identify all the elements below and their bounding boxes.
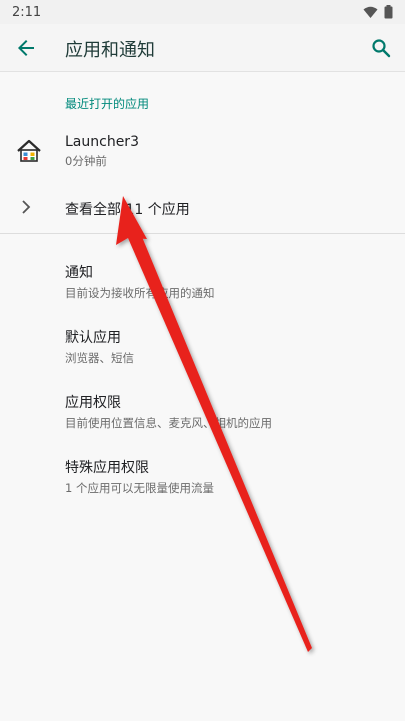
app-bar: 应用和通知 <box>0 24 405 72</box>
item-title: 默认应用 <box>65 330 121 346</box>
status-bar: 2:11 <box>0 0 405 24</box>
item-subtitle: 目前使用位置信息、麦克风、相机的应用 <box>65 416 272 430</box>
divider <box>0 233 405 234</box>
item-title: 特殊应用权限 <box>65 460 149 476</box>
launcher-home-icon <box>17 139 41 162</box>
notifications-item[interactable]: 通知 目前设为接收所有应用的通知 <box>65 262 395 314</box>
battery-icon <box>384 5 393 19</box>
item-subtitle: 目前设为接收所有应用的通知 <box>65 286 215 300</box>
app-name: Launcher3 <box>65 134 139 150</box>
back-arrow-icon[interactable] <box>14 36 38 60</box>
wifi-icon <box>363 6 378 18</box>
item-title: 通知 <box>65 265 93 281</box>
item-subtitle: 1 个应用可以无限量使用流量 <box>65 481 214 495</box>
app-permissions-item[interactable]: 应用权限 目前使用位置信息、麦克风、相机的应用 <box>65 392 395 444</box>
item-title: 应用权限 <box>65 395 121 411</box>
search-icon[interactable] <box>369 36 393 60</box>
recent-apps-header: 最近打开的应用 <box>65 97 150 111</box>
recent-app-item[interactable]: Launcher3 0分钟前 <box>0 126 405 184</box>
chevron-right-icon <box>22 200 31 214</box>
special-app-access-item[interactable]: 特殊应用权限 1 个应用可以无限量使用流量 <box>65 457 395 509</box>
page-title: 应用和通知 <box>65 40 155 61</box>
app-last-used: 0分钟前 <box>65 154 107 168</box>
item-subtitle: 浏览器、短信 <box>65 351 134 365</box>
default-apps-item[interactable]: 默认应用 浏览器、短信 <box>65 327 395 379</box>
see-all-apps-button[interactable]: 查看全部 11 个应用 <box>0 188 405 230</box>
status-time: 2:11 <box>12 4 42 20</box>
status-icons <box>363 5 393 19</box>
see-all-apps-label: 查看全部 11 个应用 <box>65 202 190 218</box>
